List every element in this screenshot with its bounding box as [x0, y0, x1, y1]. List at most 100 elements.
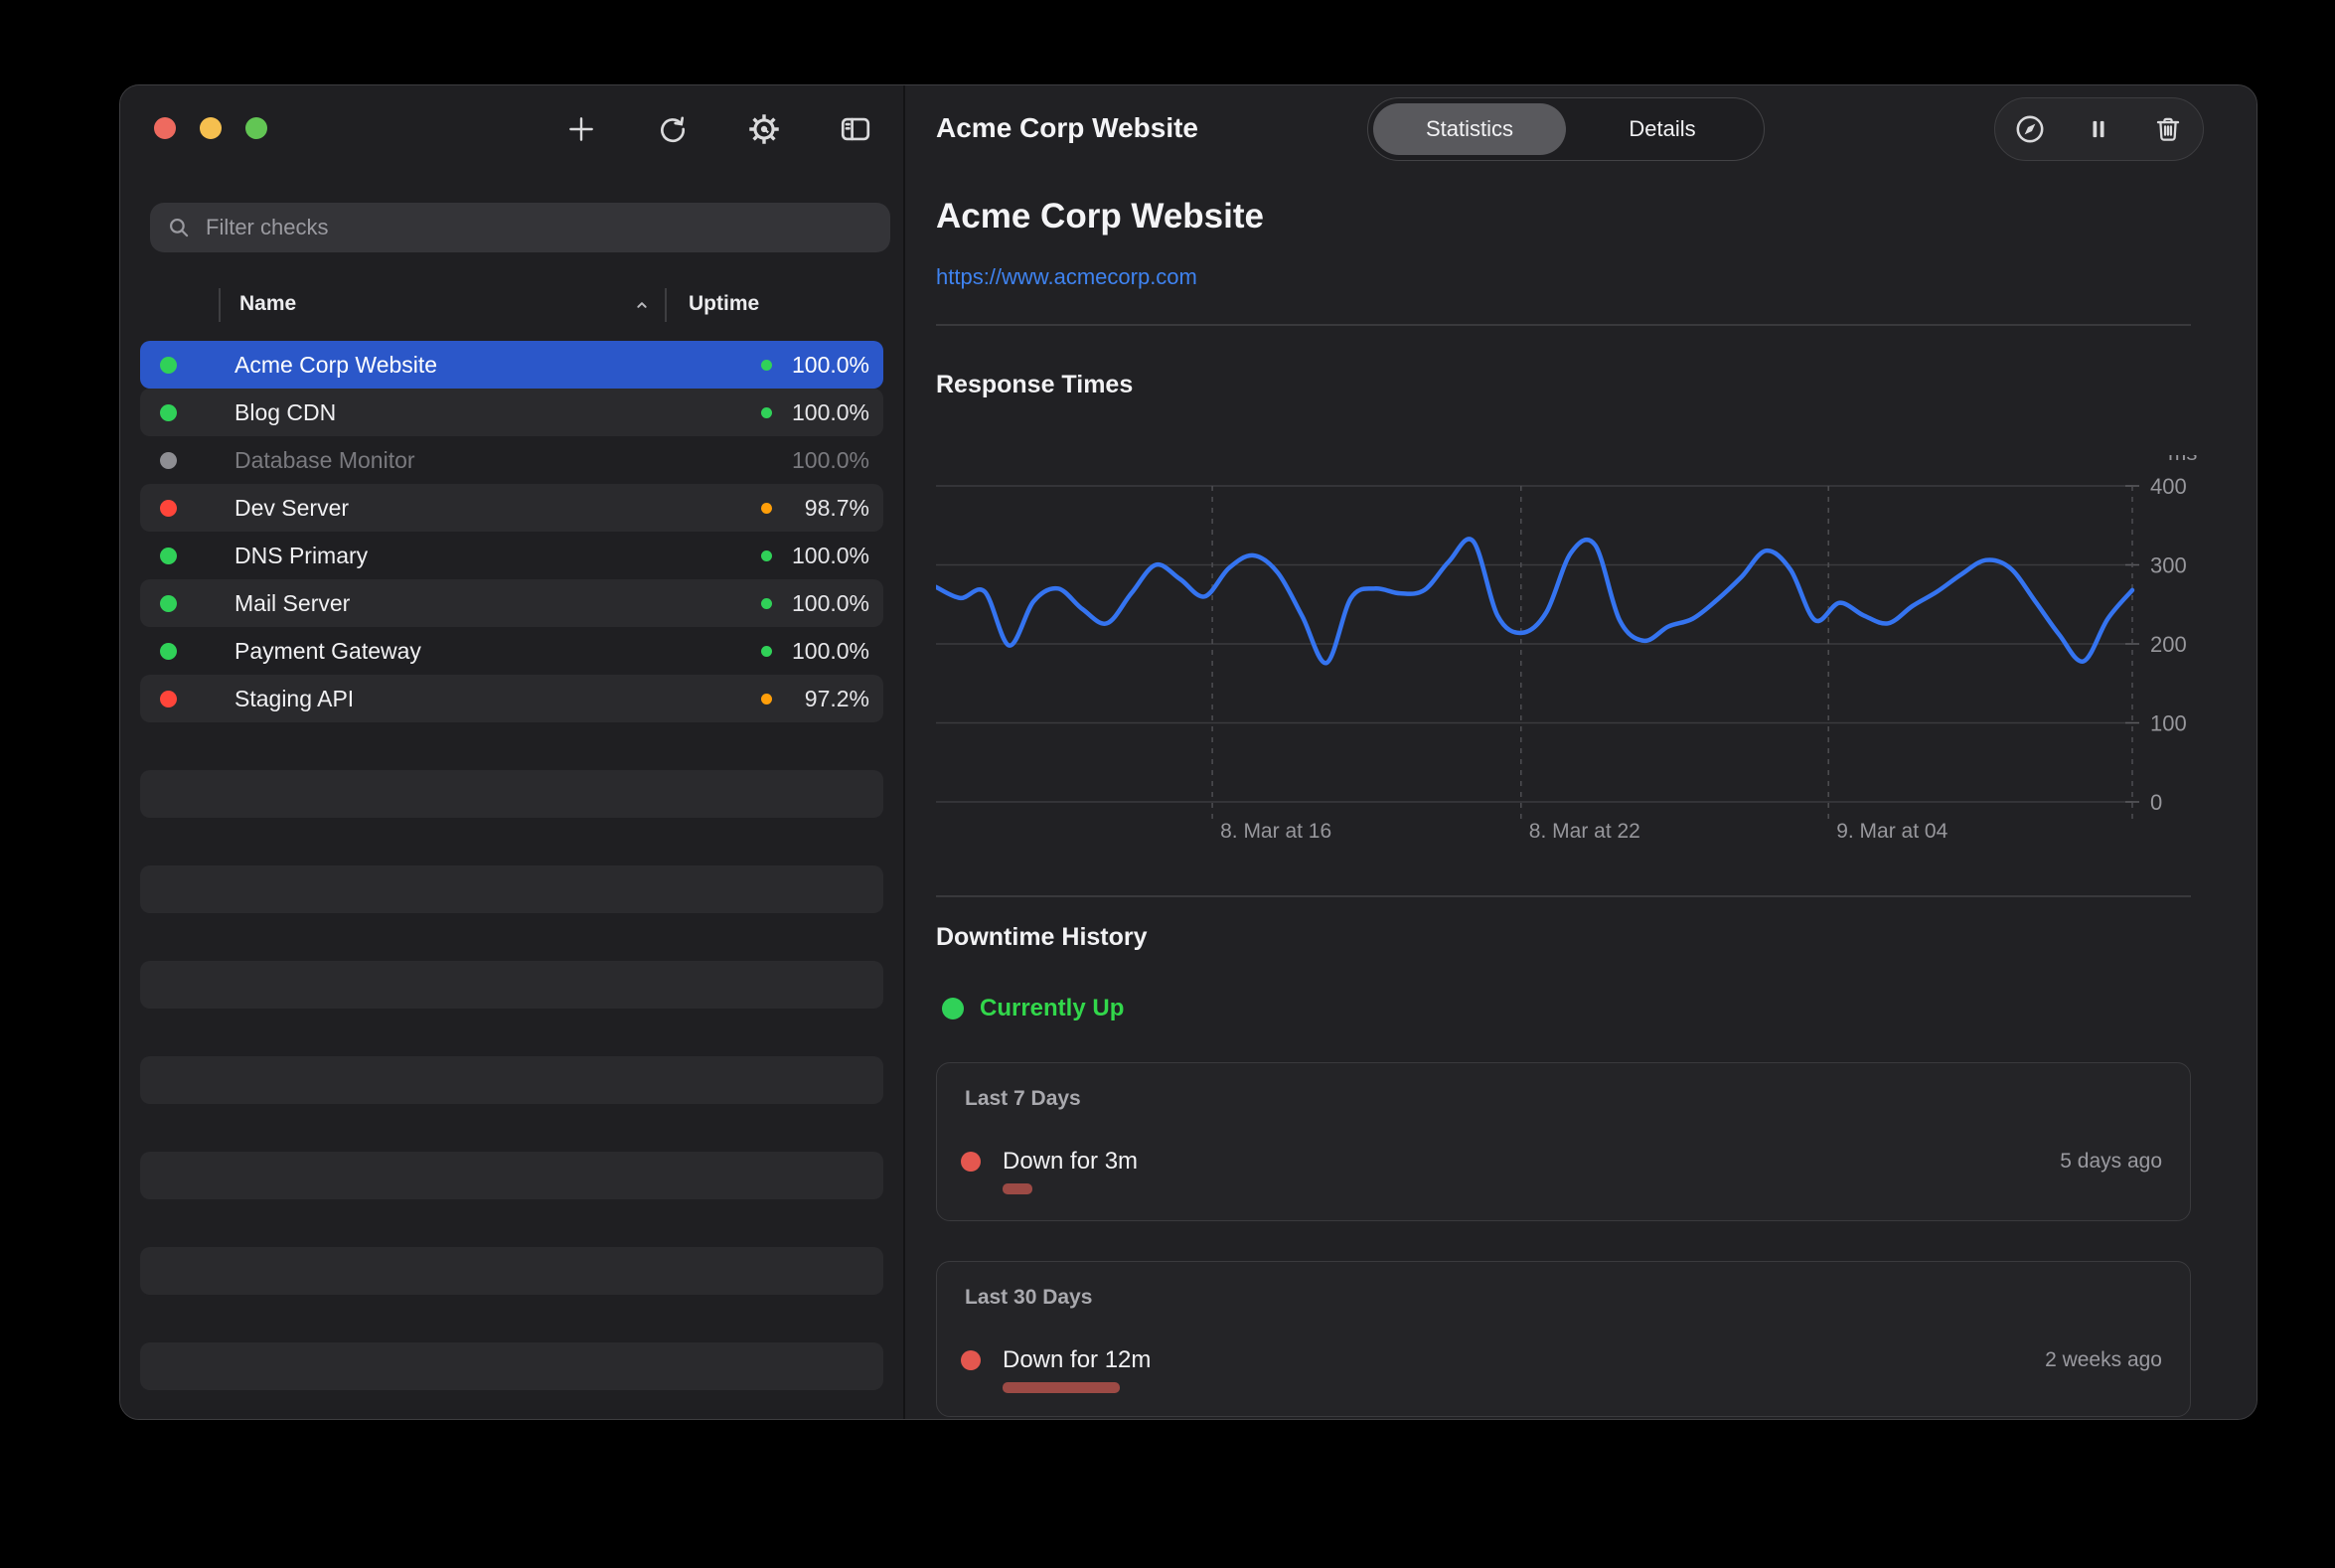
sidebar-toolbar: [563, 111, 873, 147]
table-row-empty: [140, 1295, 883, 1342]
tab-statistics[interactable]: Statistics: [1373, 103, 1566, 155]
column-divider: [665, 288, 667, 322]
table-row[interactable]: Staging API 97.2%: [140, 675, 883, 722]
current-status-row: Currently Up: [942, 992, 1124, 1025]
view-segmented-control: Statistics Details: [1367, 97, 1765, 161]
downtime-dot: [961, 1350, 981, 1370]
uptime-dot: [761, 360, 772, 371]
downtime-event-row: Down for 12m 2 weeks ago: [961, 1345, 2162, 1375]
uptime-monitor-window: Name Uptime Acme Corp Website 100.0% Blog …: [119, 84, 2257, 1420]
table-row-empty: [140, 1247, 883, 1295]
downtime-bar: [1003, 1183, 1032, 1194]
search-icon: [166, 215, 192, 240]
table-row-empty: [140, 1152, 883, 1199]
status-dot: [160, 500, 177, 517]
pause-icon: [2084, 114, 2113, 144]
toggle-sidebar-button[interactable]: [838, 111, 873, 147]
uptime-value: 100.0%: [782, 638, 869, 665]
tab-details[interactable]: Details: [1566, 103, 1759, 155]
column-header-name[interactable]: Name: [239, 292, 296, 316]
table-row[interactable]: Acme Corp Website 100.0%: [140, 341, 883, 389]
card-period-label: Last 7 Days: [965, 1087, 1081, 1111]
table-row-empty: [140, 1342, 883, 1390]
check-name: DNS Primary: [234, 543, 368, 569]
uptime-dot: [761, 503, 772, 514]
card-period-label: Last 30 Days: [965, 1286, 1092, 1310]
uptime-value: 98.7%: [782, 495, 869, 522]
check-name: Blog CDN: [234, 399, 336, 426]
status-dot: [160, 691, 177, 707]
close-window-button[interactable]: [154, 117, 176, 139]
check-name: Dev Server: [234, 495, 349, 522]
downtime-card-7d: Last 7 Days Down for 3m 5 days ago: [936, 1062, 2191, 1221]
gear-icon: [747, 112, 781, 146]
open-in-browser-button[interactable]: [2012, 111, 2048, 147]
table-row-empty: [140, 1056, 883, 1104]
check-url-link[interactable]: https://www.acmecorp.com: [936, 264, 1197, 290]
detail-header-title: Acme Corp Website: [936, 112, 1198, 144]
divider: [936, 324, 2191, 326]
filter-field[interactable]: [150, 203, 890, 252]
table-row[interactable]: Mail Server100.0%: [140, 579, 883, 627]
compass-icon: [2013, 112, 2047, 146]
uptime-value: 100.0%: [782, 543, 869, 569]
sidebar: Name Uptime Acme Corp Website 100.0% Blog …: [120, 85, 903, 1419]
pause-check-button[interactable]: [2081, 111, 2116, 147]
uptime-dot: [761, 550, 772, 561]
table-row[interactable]: Database Monitor100.0%: [140, 436, 883, 484]
table-row-empty: [140, 961, 883, 1009]
status-dot: [160, 643, 177, 660]
downtime-dot: [961, 1152, 981, 1172]
svg-text:100: 100: [2150, 711, 2187, 736]
desktop: Name Uptime Acme Corp Website 100.0% Blog …: [0, 0, 2335, 1568]
status-up-dot: [942, 998, 964, 1019]
check-name: Staging API: [234, 686, 354, 712]
table-row-empty: [140, 770, 883, 818]
check-name: Database Monitor: [234, 447, 415, 474]
delete-check-button[interactable]: [2150, 111, 2186, 147]
check-name: Mail Server: [234, 590, 350, 617]
column-header-uptime[interactable]: Uptime: [689, 292, 759, 316]
add-check-button[interactable]: [563, 111, 599, 147]
response-times-chart: 0100200300400ms8. Mar at 168. Mar at 229…: [936, 455, 2228, 851]
downtime-event-row: Down for 3m 5 days ago: [961, 1147, 2162, 1176]
zoom-window-button[interactable]: [245, 117, 267, 139]
filter-input[interactable]: [204, 214, 844, 241]
status-dot: [160, 595, 177, 612]
check-table-body: Acme Corp Website100.0%Blog CDN100.0%Dat…: [140, 341, 883, 1405]
table-row-empty: [140, 865, 883, 913]
table-row[interactable]: DNS Primary 100.0%: [140, 532, 883, 579]
uptime-dot: [761, 646, 772, 657]
trash-icon: [2152, 113, 2184, 145]
detail-pane: Acme Corp Website Statistics Details Acm…: [905, 85, 2257, 1419]
uptime-value: 100.0%: [782, 352, 869, 379]
svg-text:0: 0: [2150, 790, 2162, 815]
status-dot: [160, 357, 177, 374]
svg-text:300: 300: [2150, 553, 2187, 578]
refresh-button[interactable]: [655, 111, 691, 147]
uptime-dot: [761, 694, 772, 705]
settings-button[interactable]: [746, 111, 782, 147]
divider: [936, 895, 2191, 897]
minimize-window-button[interactable]: [200, 117, 222, 139]
downtime-history-heading: Downtime History: [936, 923, 1148, 952]
downtime-bar: [1003, 1382, 1120, 1393]
downtime-card-30d: Last 30 Days Down for 12m 2 weeks ago: [936, 1261, 2191, 1417]
uptime-dot: [761, 455, 772, 466]
table-row-empty: [140, 1104, 883, 1152]
table-row[interactable]: Blog CDN100.0%: [140, 389, 883, 436]
check-name: Payment Gateway: [234, 638, 421, 665]
check-title: Acme Corp Website: [936, 197, 1264, 236]
sort-ascending-icon: [631, 294, 653, 322]
uptime-value: 97.2%: [782, 686, 869, 712]
status-dot: [160, 452, 177, 469]
traffic-lights: [154, 117, 267, 139]
svg-text:8. Mar at 22: 8. Mar at 22: [1529, 820, 1640, 843]
table-row[interactable]: Dev Server 98.7%: [140, 484, 883, 532]
check-name: Acme Corp Website: [234, 352, 437, 379]
uptime-dot: [761, 407, 772, 418]
refresh-icon: [657, 113, 689, 145]
status-dot: [160, 404, 177, 421]
table-row[interactable]: Payment Gateway 100.0%: [140, 627, 883, 675]
svg-text:200: 200: [2150, 632, 2187, 657]
